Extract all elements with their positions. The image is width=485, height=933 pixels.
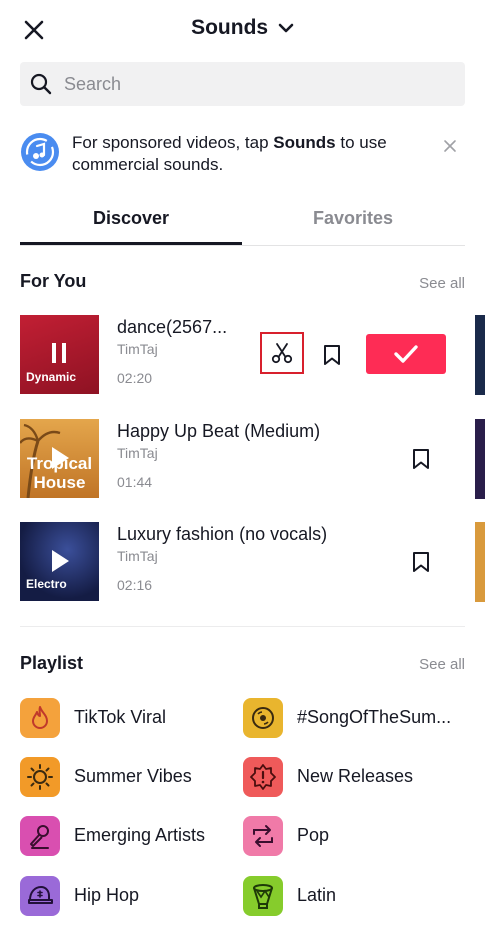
next-card-peek	[475, 522, 485, 602]
track-artist: TimTaj	[117, 445, 158, 461]
playlist-label: TikTok Viral	[74, 707, 167, 727]
commercial-sounds-notice: For sponsored videos, tap Sounds to use …	[20, 130, 465, 180]
tab-discover[interactable]: Discover	[20, 208, 242, 229]
track-artist: TimTaj	[117, 341, 158, 357]
cover-genre-label: Electro	[26, 577, 67, 591]
bookmark-icon[interactable]	[323, 344, 341, 366]
playlist-item-hip-hop[interactable]: Hip Hop	[20, 876, 240, 918]
track-cover[interactable]: Tropical House	[20, 419, 99, 498]
playlist-label: Hip Hop	[74, 885, 140, 905]
scissors-icon	[271, 343, 293, 364]
track-title: dance(2567...	[117, 317, 228, 337]
playlist-item-emerging-artists[interactable]: Emerging Artists	[20, 816, 240, 858]
search-input[interactable]	[64, 70, 444, 98]
for-you-see-all-link[interactable]: See all	[419, 275, 465, 292]
bookmark-icon[interactable]	[412, 551, 430, 573]
pause-icon[interactable]	[51, 343, 67, 363]
playlist-item-new-releases[interactable]: New Releases	[243, 757, 463, 799]
top-bar: Sounds	[0, 0, 485, 60]
track-title: Luxury fashion (no vocals)	[117, 524, 328, 544]
track-duration: 02:16	[117, 577, 153, 593]
playlist-see-all-link[interactable]: See all	[419, 656, 465, 673]
music-note-circle-icon	[21, 133, 59, 171]
playlist-heading: Playlist	[20, 653, 84, 673]
new-badge-icon	[243, 757, 283, 797]
sounds-title-dropdown[interactable]: Sounds	[0, 16, 485, 40]
playlist-item-song-of-the-summer[interactable]: #SongOfTheSum...	[243, 698, 463, 740]
checkmark-icon	[394, 345, 418, 363]
vinyl-record-icon	[243, 698, 283, 738]
drum-icon	[243, 876, 283, 916]
track-duration: 02:20	[117, 370, 153, 386]
playlist-label: Pop	[297, 825, 330, 845]
track-row[interactable]: Dynamic dance(2567... TimTaj 02:20	[20, 315, 485, 395]
cover-genre-label: Tropical House	[26, 454, 93, 492]
playlist-item-pop[interactable]: Pop	[243, 816, 463, 858]
track-artist: TimTaj	[117, 548, 158, 564]
track-title: Happy Up Beat (Medium)	[117, 421, 321, 441]
cover-genre-label: Dynamic	[26, 370, 77, 384]
sun-icon	[20, 757, 60, 797]
flame-icon	[20, 698, 60, 738]
section-divider	[20, 626, 465, 627]
track-cover[interactable]: Electro	[20, 522, 99, 601]
playlist-item-summer-vibes[interactable]: Summer Vibes	[20, 757, 240, 799]
playlist-label: Summer Vibes	[74, 766, 192, 786]
search-bar[interactable]	[20, 62, 465, 106]
playlist-label: Emerging Artists	[74, 825, 206, 845]
playlist-label: #SongOfTheSum...	[297, 707, 452, 727]
playlist-item-latin[interactable]: Latin	[243, 876, 463, 918]
playlist-label: New Releases	[297, 766, 414, 786]
tab-favorites[interactable]: Favorites	[242, 208, 464, 229]
track-duration: 01:44	[117, 474, 153, 490]
sounds-tabs: Discover Favorites	[20, 200, 465, 246]
trim-sound-button[interactable]	[260, 332, 304, 374]
active-tab-indicator	[20, 242, 242, 245]
chevron-down-icon	[278, 24, 294, 33]
for-you-heading: For You	[20, 271, 87, 291]
track-row[interactable]: Tropical House Happy Up Beat (Medium) Ti…	[20, 419, 485, 499]
track-cover[interactable]: Dynamic	[20, 315, 99, 394]
track-row[interactable]: Electro Luxury fashion (no vocals) TimTa…	[20, 522, 485, 602]
repeat-arrows-icon	[243, 816, 283, 856]
bookmark-icon[interactable]	[412, 448, 430, 470]
page-title: Sounds	[191, 16, 269, 39]
playlist-item-tiktok-viral[interactable]: TikTok Viral	[20, 698, 240, 740]
search-icon	[30, 73, 52, 95]
microphone-icon	[20, 816, 60, 856]
use-sound-button[interactable]	[366, 334, 446, 374]
notice-text: For sponsored videos, tap Sounds to use …	[72, 133, 387, 174]
play-icon[interactable]	[50, 549, 70, 573]
next-card-peek	[475, 315, 485, 395]
next-card-peek	[475, 419, 485, 499]
cap-icon	[20, 876, 60, 916]
playlist-label: Latin	[297, 885, 337, 905]
dismiss-notice-icon[interactable]	[442, 138, 458, 154]
